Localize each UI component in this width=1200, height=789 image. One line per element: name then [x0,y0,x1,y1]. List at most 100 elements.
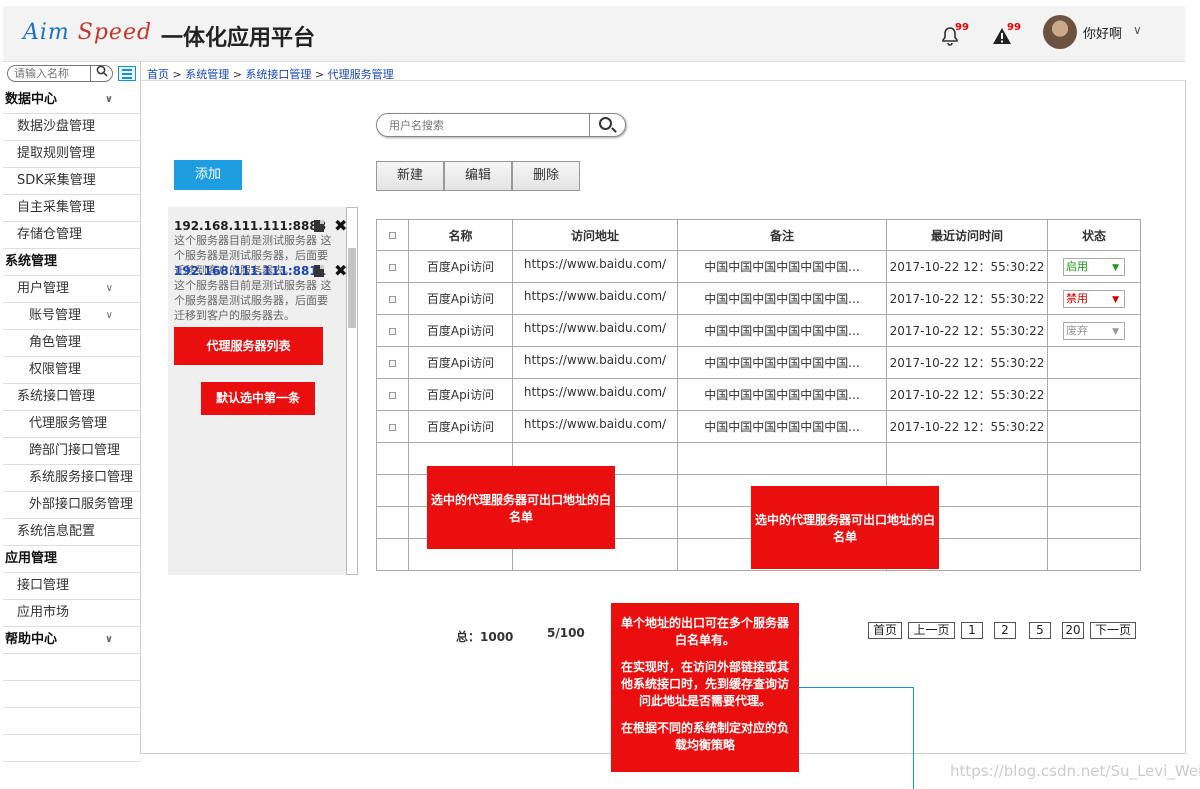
table-row[interactable]: 百度Api访问 https://www.baidu.com/中国中国中国中国中国中… [376,250,1141,283]
proxy-item[interactable]: 192.168.111.111:8811 这个服务器目前是测试服务器 这个服务器… [174,261,347,323]
sidebar-item[interactable]: 提取规则管理 [3,141,141,168]
top-header: Aim Speed 一体化应用平台 99 99 你好啊 ∨ [3,6,1185,62]
add-proxy-button[interactable]: 添加 [174,160,242,190]
sidebar-item[interactable]: 跨部门接口管理 [3,438,141,465]
sidebar-item-label: 接口管理 [17,578,70,593]
sidebar-item[interactable]: 应用管理 [3,546,141,573]
sidebar-search-input[interactable] [14,67,90,80]
sidebar-item[interactable]: 自主采集管理 [3,195,141,222]
proxy-item-desc: 这个服务器目前是测试服务器 这个服务器是测试服务器，后面要迁移到客户的服务器去。 [174,279,332,322]
proxy-list-scrollbar[interactable] [346,207,358,575]
sidebar-item[interactable]: 系统管理 [3,249,141,276]
total-count: 总：1000 [456,630,514,644]
row-checkbox[interactable] [376,346,409,379]
delete-button[interactable]: 删除 [512,161,580,191]
page-button[interactable]: 上一页 [908,622,955,639]
sidebar-item[interactable]: 应用市场 [3,600,141,627]
chevron-down-icon[interactable]: ∨ [105,87,113,113]
sidebar-item[interactable]: 接口管理 [3,573,141,600]
sidebar-item-label: 应用管理 [5,551,58,566]
sidebar-item[interactable]: 系统接口管理 [3,384,141,411]
page-button[interactable]: 1 [961,622,983,639]
cell-name: 百度Api访问 [408,314,513,347]
cell-remark: 中国中国中国中国中国中国... [677,346,887,379]
sidebar-search-button[interactable] [90,65,112,82]
user-avatar[interactable] [1043,15,1077,49]
sidebar-item[interactable]: SDK采集管理 [3,168,141,195]
col-header-status[interactable]: 状态 [1047,219,1141,251]
cell-status: 启用 ▼ [1047,250,1141,283]
table-row[interactable]: 百度Api访问 https://www.baidu.com/中国中国中国中国中国中… [376,282,1141,315]
sidebar-item-label: 权限管理 [29,362,82,377]
sidebar-item[interactable]: 代理服务管理 [3,411,141,438]
table-row[interactable]: 百度Api访问 https://www.baidu.com/中国中国中国中国中国中… [376,314,1141,347]
col-header-name[interactable]: 名称 [408,219,513,251]
app-logo[interactable]: Aim Speed [23,20,152,45]
note-default-first: 默认选中第一条 [201,382,315,415]
edit-button[interactable]: 编辑 [444,161,512,191]
cell-status [1047,346,1141,379]
sidebar-item-label: 代理服务管理 [29,416,108,431]
sidebar-item[interactable]: 数据沙盘管理 [3,114,141,141]
alert-count-badge: 99 [1007,22,1021,33]
new-button[interactable]: 新建 [376,161,444,191]
sidebar-item[interactable]: 帮助中心 ∨ [3,627,141,654]
row-checkbox[interactable] [376,410,409,443]
sidebar-item[interactable]: 系统信息配置 [3,519,141,546]
sidebar-item[interactable]: 角色管理 [3,330,141,357]
sidebar-item-label: 存储仓管理 [17,227,83,242]
page-button[interactable]: 2 [994,622,1016,639]
cell-url: https://www.baidu.com/ [512,410,678,443]
sidebar-item-label: 账号管理 [29,308,82,323]
col-header-time[interactable]: 最近访问时间 [886,219,1048,251]
sidebar-item[interactable]: 存储仓管理 [3,222,141,249]
user-menu-chevron-icon[interactable]: ∨ [1133,23,1142,37]
sidebar-item[interactable]: 系统服务接口管理 [3,465,141,492]
sidebar-item[interactable]: 用户管理 ∨ [3,276,141,303]
row-checkbox[interactable] [376,282,409,315]
sidebar-item-label: 应用市场 [17,605,70,620]
chevron-down-icon[interactable]: ∨ [105,627,113,653]
chevron-down-icon[interactable]: ∨ [106,303,113,329]
status-select[interactable]: 启用 ▼ [1063,257,1125,276]
sidebar-item-label: 用户管理 [17,281,70,296]
menu-list-icon[interactable] [118,66,136,81]
cell-url: https://www.baidu.com/ [512,314,678,347]
sidebar-item-label: SDK采集管理 [17,173,96,188]
table-row[interactable]: 百度Api访问 https://www.baidu.com/中国中国中国中国中国中… [376,346,1141,379]
cell-name: 百度Api访问 [408,410,513,443]
cell-name: 百度Api访问 [408,282,513,315]
row-checkbox[interactable] [376,314,409,347]
copy-doc-icon[interactable] [314,220,324,232]
notification-count-badge: 99 [955,22,969,33]
col-header-url[interactable]: 访问地址 [512,219,678,251]
sidebar-item[interactable]: 权限管理 [3,357,141,384]
status-select[interactable]: 废弃 ▼ [1063,321,1125,340]
page-button[interactable]: 下一页 [1090,622,1136,639]
page-button[interactable]: 5 [1029,622,1051,639]
select-all-checkbox[interactable] [376,219,409,251]
sidebar-item-label: 外部接口服务管理 [29,497,134,512]
sidebar: 数据中心 ∨ 数据沙盘管理提取规则管理 SDK采集管理自主采集管理存储仓管理系统管理用… [3,62,141,762]
page-button[interactable]: 20 [1062,622,1084,639]
col-header-remark[interactable]: 备注 [677,219,887,251]
page-button[interactable]: 首页 [868,622,902,639]
alert-warning-icon[interactable]: 99 [992,22,1021,51]
notification-bell-icon[interactable]: 99 [941,22,969,51]
user-search-button[interactable] [589,113,626,137]
user-search-box [376,113,626,137]
sidebar-item[interactable]: 数据中心 ∨ [3,87,141,114]
user-search-input[interactable] [389,118,579,133]
user-name[interactable]: 你好啊 [1083,23,1122,42]
status-select[interactable]: 禁用 ▼ [1063,289,1125,308]
table-row[interactable]: 百度Api访问 https://www.baidu.com/中国中国中国中国中国中… [376,378,1141,411]
cell-url: https://www.baidu.com/ [512,282,678,315]
sidebar-item[interactable]: 外部接口服务管理 [3,492,141,519]
table-row[interactable]: 百度Api访问 https://www.baidu.com/中国中国中国中国中国中… [376,410,1141,443]
chevron-down-icon[interactable]: ∨ [106,276,113,302]
row-checkbox[interactable] [376,250,409,283]
sidebar-item[interactable]: 账号管理 ∨ [3,303,141,330]
row-checkbox[interactable] [376,378,409,411]
dropdown-arrow-icon: ▼ [1112,294,1119,305]
copy-doc-icon[interactable] [314,265,324,277]
